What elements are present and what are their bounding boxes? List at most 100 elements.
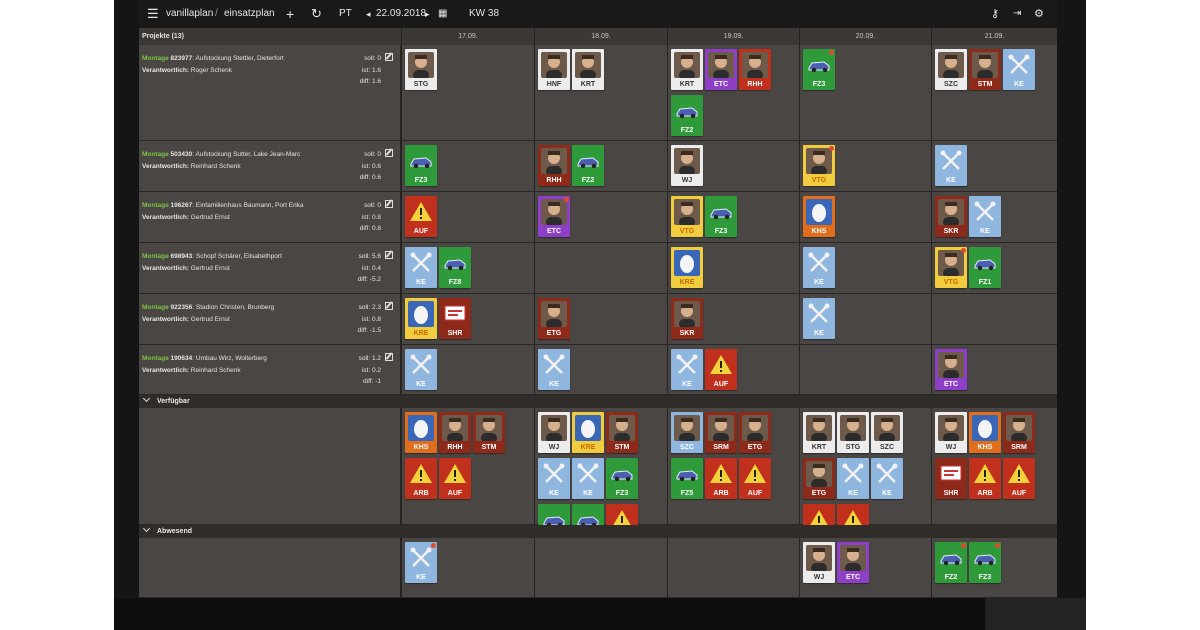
resource-tile[interactable]: KE xyxy=(572,458,604,499)
section-absent[interactable]: Abwesend xyxy=(139,524,1057,538)
resource-tile[interactable]: ARB xyxy=(705,458,737,499)
project-info[interactable]: Montage 922356: Stadion Christen, Brunbe… xyxy=(139,294,401,344)
resource-tile[interactable]: FZ2 xyxy=(572,145,604,186)
resource-tile[interactable]: STG xyxy=(405,49,437,90)
resource-tile[interactable]: WJ xyxy=(671,145,703,186)
key-icon[interactable]: ⚷ xyxy=(991,0,999,28)
resource-tile[interactable]: ETG xyxy=(803,458,835,499)
resource-tile[interactable]: KE xyxy=(803,247,835,288)
resource-tile[interactable]: KHS xyxy=(969,412,1001,453)
chevron-down-icon[interactable] xyxy=(142,524,151,533)
resource-tile[interactable]: ETG xyxy=(739,412,771,453)
resource-tile[interactable]: FZ5 xyxy=(671,458,703,499)
resource-tile[interactable]: KE xyxy=(538,458,570,499)
resource-tile[interactable]: SKR xyxy=(671,298,703,339)
resource-tile[interactable]: FZ2 xyxy=(935,542,967,583)
resource-tile[interactable]: FZ3 xyxy=(803,49,835,90)
resource-tile[interactable]: SZC xyxy=(935,49,967,90)
project-info[interactable]: Montage 503430: Aufstockung Sutter, Lake… xyxy=(139,141,401,191)
edit-icon[interactable] xyxy=(385,53,393,61)
date-display[interactable]: 22.09.2018 xyxy=(376,0,426,28)
resource-tile[interactable]: KRE xyxy=(671,247,703,288)
resource-tile[interactable]: KE xyxy=(969,196,1001,237)
resource-tile[interactable]: ETC xyxy=(538,196,570,237)
resource-tile[interactable]: KE xyxy=(803,298,835,339)
resource-tile[interactable]: AUF xyxy=(405,196,437,237)
view-mode-button[interactable]: PT xyxy=(339,0,352,28)
resource-tile[interactable]: FZ3 xyxy=(705,196,737,237)
resource-tile[interactable]: KRE xyxy=(405,298,437,339)
resource-tile[interactable]: SHR xyxy=(935,458,967,499)
resource-tile[interactable]: SRM xyxy=(705,412,737,453)
add-icon[interactable]: + xyxy=(286,0,294,28)
resource-tile[interactable]: SRM xyxy=(1003,412,1035,453)
refresh-icon[interactable]: ↻ xyxy=(311,0,322,28)
project-info[interactable]: Montage 190634: Umbau Wirz, Wolterberg Ve… xyxy=(139,345,401,394)
edit-icon[interactable] xyxy=(385,251,393,259)
resource-tile[interactable]: RHH xyxy=(439,412,471,453)
edit-icon[interactable] xyxy=(385,200,393,208)
resource-tile[interactable]: KE xyxy=(405,349,437,390)
resource-tile[interactable]: ETC xyxy=(705,49,737,90)
resource-tile[interactable]: VTG xyxy=(803,145,835,186)
chevron-down-icon[interactable] xyxy=(142,394,151,403)
resource-tile[interactable]: KRT xyxy=(572,49,604,90)
logout-icon[interactable]: ⇥ xyxy=(1013,0,1021,28)
resource-tile[interactable]: SKR xyxy=(935,196,967,237)
resource-tile[interactable]: RHH xyxy=(739,49,771,90)
resource-tile[interactable]: FZ2 xyxy=(671,95,703,136)
resource-tile[interactable]: KE xyxy=(538,349,570,390)
resource-tile[interactable]: AUF xyxy=(739,458,771,499)
resource-tile[interactable]: KRT xyxy=(803,412,835,453)
resource-tile[interactable]: RHH xyxy=(538,145,570,186)
resource-tile[interactable]: FZ3 xyxy=(969,542,1001,583)
resource-tile[interactable]: WJ xyxy=(935,412,967,453)
breadcrumb-app[interactable]: vanillaplan xyxy=(166,0,213,28)
resource-tile[interactable]: STM xyxy=(606,412,638,453)
resource-tile[interactable]: ARB xyxy=(969,458,1001,499)
prev-week-icon[interactable]: ◂ xyxy=(366,0,371,28)
resource-tile[interactable]: FZ3 xyxy=(405,145,437,186)
resource-tile[interactable]: ARB xyxy=(405,458,437,499)
section-available[interactable]: Verfügbar xyxy=(139,394,1057,408)
resource-tile[interactable]: KRE xyxy=(572,412,604,453)
resource-tile[interactable]: WJ xyxy=(538,412,570,453)
edit-icon[interactable] xyxy=(385,353,393,361)
resource-tile[interactable]: ETC xyxy=(837,542,869,583)
project-info[interactable]: Montage 196267: Einfamilienhaus Baumann,… xyxy=(139,192,401,242)
resource-tile[interactable]: KHS xyxy=(803,196,835,237)
resource-tile[interactable]: AUF xyxy=(705,349,737,390)
resource-tile[interactable]: KE xyxy=(1003,49,1035,90)
resource-tile[interactable]: KE xyxy=(935,145,967,186)
resource-tile[interactable]: STM xyxy=(473,412,505,453)
resource-tile[interactable]: AUF xyxy=(439,458,471,499)
resource-tile[interactable]: KE xyxy=(837,458,869,499)
resource-tile[interactable]: SZC xyxy=(671,412,703,453)
resource-tile[interactable]: ETC xyxy=(935,349,967,390)
resource-tile[interactable]: FZ3 xyxy=(606,458,638,499)
resource-tile[interactable]: SHR xyxy=(439,298,471,339)
resource-tile[interactable]: KE xyxy=(405,247,437,288)
resource-tile[interactable]: HNF xyxy=(538,49,570,90)
resource-tile[interactable]: KHS xyxy=(405,412,437,453)
calendar-icon[interactable]: ▦ xyxy=(438,0,447,28)
day-cell[interactable] xyxy=(931,294,1057,344)
resource-tile[interactable]: FZ1 xyxy=(969,247,1001,288)
resource-tile[interactable]: AUF xyxy=(1003,458,1035,499)
next-week-icon[interactable]: ▸ xyxy=(425,0,430,28)
day-cell[interactable] xyxy=(667,538,799,597)
resource-tile[interactable]: STM xyxy=(969,49,1001,90)
resource-tile[interactable]: SZC xyxy=(871,412,903,453)
resource-tile[interactable]: WJ xyxy=(803,542,835,583)
resource-tile[interactable]: KE xyxy=(405,542,437,583)
resource-tile[interactable]: KE xyxy=(671,349,703,390)
day-cell[interactable] xyxy=(799,345,931,394)
day-cell[interactable] xyxy=(534,538,667,597)
day-cell[interactable] xyxy=(534,243,667,293)
edit-icon[interactable] xyxy=(385,149,393,157)
resource-tile[interactable]: VTG xyxy=(671,196,703,237)
edit-icon[interactable] xyxy=(385,302,393,310)
resource-tile[interactable]: KRT xyxy=(671,49,703,90)
settings-icon[interactable]: ⚙ xyxy=(1034,0,1044,28)
project-info[interactable]: Montage 698943: Schopf Schärer, Elisabet… xyxy=(139,243,401,293)
